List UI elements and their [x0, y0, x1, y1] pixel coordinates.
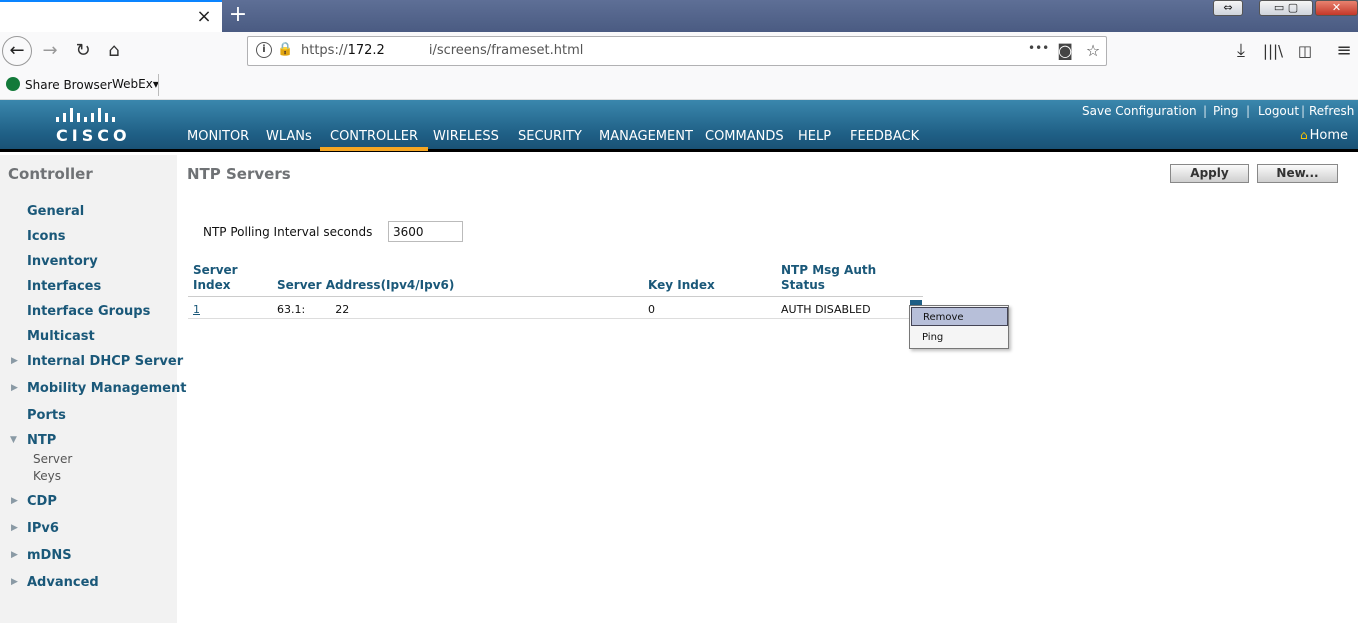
expand-arrow-icon[interactable]: ▶ [11, 523, 18, 533]
table-row-divider [188, 318, 923, 319]
url-text[interactable]: https://172.2 i/screens/frameset.html [301, 43, 583, 58]
polling-interval-label: NTP Polling Interval seconds [203, 225, 373, 239]
server-index-link[interactable]: 1 [193, 303, 200, 316]
forward-icon[interactable]: → [38, 39, 62, 63]
sidebar-item-ipv6[interactable]: IPv6 [27, 521, 59, 536]
window-close-icon[interactable]: ✕ [1315, 0, 1358, 16]
sidebar-item-general[interactable]: General [27, 204, 84, 219]
cisco-logo: CISCO [52, 106, 128, 146]
url-path: i/screens/frameset.html [428, 43, 584, 58]
home-icon[interactable]: ⌂ [102, 39, 126, 63]
sidebar-subitem-server[interactable]: Server [33, 452, 72, 466]
downloads-icon[interactable]: ⤓ [1229, 39, 1253, 63]
column-header-auth-status: NTP Msg Auth Status [781, 263, 877, 292]
back-icon[interactable]: ← [2, 36, 32, 66]
share-browser-icon [6, 77, 20, 91]
bookmark-share-browser[interactable]: Share Browser [6, 77, 112, 92]
menu-controller[interactable]: CONTROLLER [320, 129, 428, 151]
sidebar-item-icons[interactable]: Icons [27, 229, 65, 244]
sidebar-item-interface-groups[interactable]: Interface Groups [27, 304, 150, 319]
sidebar-subitem-keys[interactable]: Keys [33, 469, 61, 483]
url-host: 172.2 [347, 43, 385, 58]
server-address-cell: 63.1: 22 [277, 303, 350, 316]
util-separator: | [1203, 104, 1208, 118]
column-header-key-index: Key Index [648, 278, 715, 292]
column-header-server-address: Server Address(Ipv4/Ipv6) [277, 278, 455, 292]
url-bar[interactable]: i 🔒 https://172.2 i/screens/frameset.html… [247, 36, 1107, 66]
expand-arrow-icon[interactable]: ▶ [11, 496, 18, 506]
sidebar-title: Controller [8, 165, 93, 183]
page-actions-icon[interactable]: ••• [1028, 41, 1049, 55]
table-header-divider [188, 296, 923, 297]
menu-management[interactable]: MANAGEMENT [599, 129, 693, 144]
ping-link[interactable]: Ping [1213, 104, 1239, 118]
site-info-icon[interactable]: i [256, 42, 272, 58]
sidebar-item-ntp[interactable]: NTP [27, 433, 56, 448]
home-house-icon: ⌂ [1300, 128, 1308, 142]
context-menu-ping[interactable]: Ping [911, 328, 1008, 347]
bookmarks-bar: Share Browser WebEx▾ [0, 70, 1358, 100]
sidebar-item-multicast[interactable]: Multicast [27, 329, 95, 344]
menu-wlans[interactable]: WLANs [266, 129, 312, 144]
lock-warning-icon[interactable]: 🔒 [277, 42, 293, 58]
cisco-header: CISCO MONITOR WLANs CONTROLLER WIRELESS … [0, 100, 1358, 152]
menu-security[interactable]: SECURITY [518, 129, 582, 144]
bookmark-star-icon[interactable]: ☆ [1083, 41, 1103, 60]
new-button[interactable]: New... [1257, 164, 1338, 183]
menu-help[interactable]: HELP [798, 129, 831, 144]
expand-arrow-icon[interactable]: ▶ [11, 383, 18, 393]
cisco-logo-text: CISCO [56, 126, 131, 145]
tab-close-icon[interactable]: × [194, 6, 214, 28]
sidebar-item-internal-dhcp-server[interactable]: Internal DHCP Server [27, 354, 183, 369]
sidebar-toggle-icon[interactable]: ◫ [1293, 39, 1317, 63]
menu-monitor[interactable]: MONITOR [187, 129, 249, 144]
sidebar-item-inventory[interactable]: Inventory [27, 254, 98, 269]
browser-tab-bar: × + ⇔ ▭ ▢ ✕ [0, 0, 1358, 32]
hamburger-menu-icon[interactable]: ≡ [1332, 39, 1356, 63]
browser-nav-bar: ← → ↻ ⌂ i 🔒 https://172.2 i/screens/frame… [0, 32, 1358, 70]
url-prefix: https:// [301, 43, 348, 58]
expand-arrow-icon[interactable]: ▶ [11, 550, 18, 560]
auth-status-cell: AUTH DISABLED [781, 303, 871, 316]
menu-feedback[interactable]: FEEDBACK [850, 129, 919, 144]
row-context-menu: Remove Ping [909, 305, 1009, 349]
cisco-logo-bars-icon [54, 106, 126, 122]
minimize-maximize-icon[interactable]: ▭ ▢ [1259, 0, 1313, 16]
sidebar-item-ports[interactable]: Ports [27, 408, 66, 423]
sidebar-item-advanced[interactable]: Advanced [27, 575, 99, 590]
expand-arrow-icon[interactable]: ▶ [11, 356, 18, 366]
key-index-cell: 0 [648, 303, 655, 316]
sidebar-item-mdns[interactable]: mDNS [27, 548, 72, 563]
browser-tab[interactable]: × [0, 0, 222, 32]
pocket-icon[interactable]: ◙ [1055, 41, 1075, 60]
new-tab-button[interactable]: + [226, 2, 250, 28]
sidebar: Controller General Icons Inventory Inter… [0, 155, 186, 623]
menu-commands[interactable]: COMMANDS [705, 129, 784, 144]
context-menu-remove[interactable]: Remove [911, 307, 1008, 326]
bookmark-divider [158, 74, 159, 96]
expand-arrow-icon[interactable]: ▶ [11, 577, 18, 587]
polling-interval-input[interactable] [388, 221, 463, 242]
restore-window-icon[interactable]: ⇔ [1213, 0, 1243, 16]
reload-icon[interactable]: ↻ [71, 39, 95, 63]
column-header-server-index: Server Index [193, 263, 238, 292]
home-link[interactable]: ⌂ Home [1300, 128, 1348, 143]
util-separator: | [1301, 104, 1306, 118]
logout-link[interactable]: Logout [1258, 104, 1299, 118]
sidebar-item-cdp[interactable]: CDP [27, 494, 57, 509]
save-configuration-link[interactable]: Save Configuration [1082, 104, 1197, 118]
page-title: NTP Servers [187, 165, 291, 183]
menu-wireless[interactable]: WIRELESS [433, 129, 499, 144]
refresh-link[interactable]: Refresh [1309, 104, 1354, 118]
apply-button[interactable]: Apply [1170, 164, 1249, 183]
util-separator: | [1246, 104, 1251, 118]
sidebar-item-mobility-management[interactable]: Mobility Management [27, 381, 186, 396]
sidebar-item-interfaces[interactable]: Interfaces [27, 279, 101, 294]
library-icon[interactable]: |||\ [1261, 39, 1285, 63]
bookmark-webex[interactable]: WebEx▾ [112, 77, 159, 91]
collapse-arrow-icon[interactable]: ▼ [10, 435, 17, 445]
